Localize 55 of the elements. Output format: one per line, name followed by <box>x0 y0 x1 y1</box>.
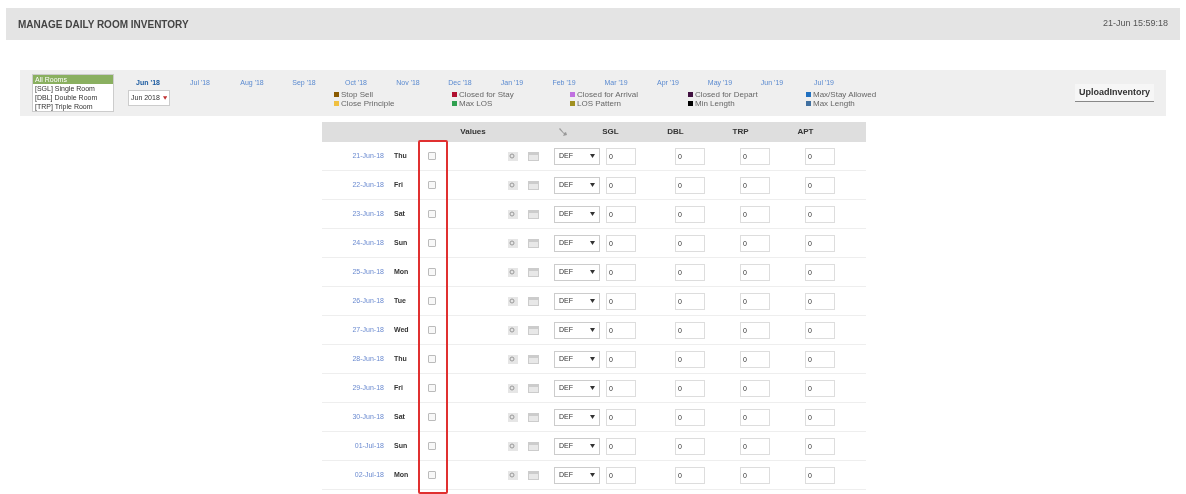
caret-icon <box>590 154 595 158</box>
legend-label: Closed for Stay <box>459 90 514 100</box>
row-checkbox[interactable] <box>428 413 436 421</box>
row-checkbox[interactable] <box>428 268 436 276</box>
caret-icon <box>590 444 595 448</box>
calendar-icon[interactable] <box>528 354 539 364</box>
caret-icon <box>590 183 595 187</box>
legend-label: Min Length <box>695 99 735 109</box>
caret-icon <box>590 212 595 216</box>
row-checkbox[interactable] <box>428 355 436 363</box>
row-checkbox[interactable] <box>428 442 436 450</box>
row-checkbox[interactable] <box>428 384 436 392</box>
legend-label: Closed for Arrival <box>577 90 638 100</box>
calendar-icon[interactable] <box>528 383 539 393</box>
page-title: MANAGE DAILY ROOM INVENTORY <box>18 17 189 32</box>
calendar-icon[interactable] <box>528 296 539 306</box>
calendar-icon[interactable] <box>528 470 539 480</box>
row-checkbox[interactable] <box>428 181 436 189</box>
calendar-icon[interactable] <box>528 267 539 277</box>
column-header: DBL <box>666 126 685 138</box>
legend-label: LOS Pattern <box>577 99 622 109</box>
row-checkbox[interactable] <box>428 210 436 218</box>
row-checkbox[interactable] <box>428 152 436 160</box>
row-checkbox[interactable] <box>428 471 436 479</box>
column-header: APT <box>796 126 815 138</box>
caret-icon <box>590 473 595 477</box>
calendar-icon[interactable] <box>528 412 539 422</box>
caret-icon <box>590 357 595 361</box>
caret-icon <box>590 328 595 332</box>
legend-label: Stop Sell <box>341 90 374 100</box>
caret-icon <box>590 270 595 274</box>
calendar-icon[interactable] <box>528 441 539 451</box>
upload-inventory-button[interactable]: UploadInventory <box>1075 83 1154 103</box>
caret-icon <box>590 386 595 390</box>
row-checkbox[interactable] <box>428 239 436 247</box>
legend-label: Max LOS <box>459 99 493 109</box>
calendar-icon[interactable] <box>528 180 539 190</box>
caret-icon <box>590 241 595 245</box>
legend-label: Close Principle <box>341 99 395 109</box>
row-checkbox[interactable] <box>428 297 436 305</box>
legend-label: Max Length <box>813 99 855 109</box>
caret-icon <box>590 415 595 419</box>
column-header: SGL <box>601 126 620 138</box>
column-header: TRP <box>731 126 750 138</box>
calendar-icon[interactable] <box>528 325 539 335</box>
calendar-icon[interactable] <box>528 209 539 219</box>
caret-icon <box>162 96 167 101</box>
legend-label: Closed for Depart <box>695 90 758 100</box>
caret-icon <box>590 299 595 303</box>
row-checkbox[interactable] <box>428 326 436 334</box>
calendar-icon[interactable] <box>528 238 539 248</box>
column-header: Values <box>459 126 487 138</box>
legend-label: Max/Stay Allowed <box>813 90 877 100</box>
calendar-icon[interactable] <box>528 151 539 161</box>
timestamp: 21-Jun 15:59:18 <box>1102 17 1168 31</box>
